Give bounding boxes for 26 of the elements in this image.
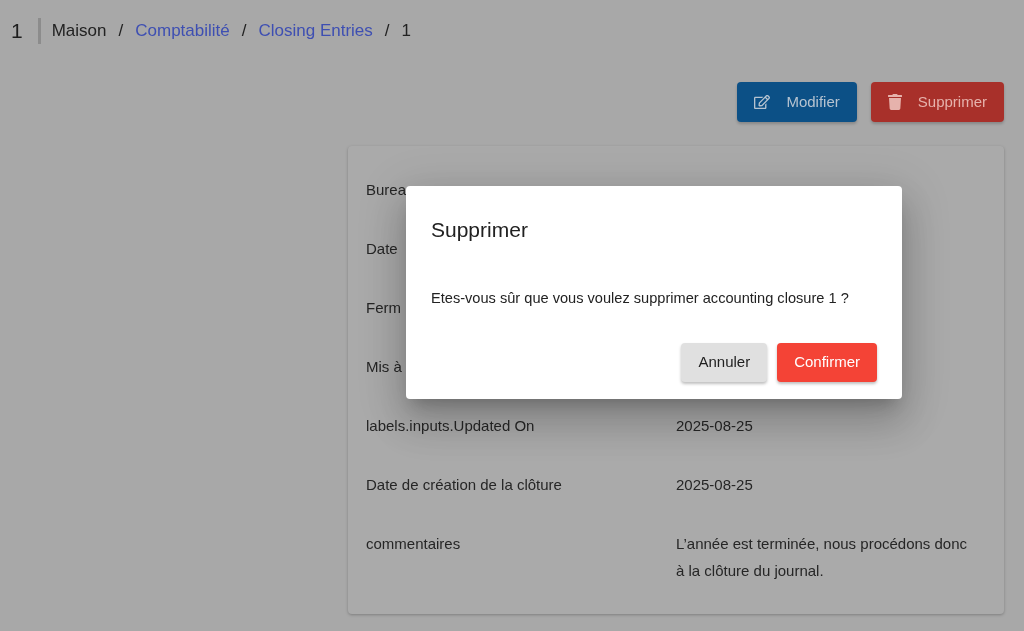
breadcrumb-separator: /	[241, 20, 247, 42]
field-value: 2025-08-25	[676, 416, 753, 436]
field-label: Mis à	[366, 357, 402, 377]
confirm-button[interactable]: Confirmer	[777, 343, 877, 382]
dialog-message: Etes-vous sûr que vous voulez supprimer accounting closure 1 ?	[431, 289, 849, 308]
breadcrumb-separator: /	[384, 20, 390, 42]
cancel-button[interactable]: Annuler	[681, 343, 768, 382]
breadcrumb-link[interactable]: Closing Entries	[258, 18, 373, 44]
breadcrumb-item: 1	[401, 20, 411, 42]
edit-button[interactable]: Modifier	[737, 82, 857, 122]
trash-icon	[887, 94, 902, 110]
field-label: Date	[366, 239, 398, 259]
breadcrumb-item: Maison	[51, 20, 107, 42]
dialog-title: Supprimer	[431, 217, 528, 243]
breadcrumb-separator: /	[118, 20, 124, 42]
field-label: labels.inputs.Updated On	[366, 416, 535, 436]
field-value: 2025-08-25	[676, 475, 753, 495]
breadcrumb-link[interactable]: Comptabilité	[135, 18, 230, 44]
field-value: L’année est terminée, nous procédons donc à la clôture du journal.	[676, 534, 969, 581]
field-label: commentaires	[366, 534, 461, 554]
field-label: Burea	[366, 180, 407, 200]
field-label: Date de création de la clôture	[366, 475, 562, 495]
page-number: 1	[11, 18, 23, 44]
edit-icon	[754, 94, 771, 110]
field-label: Ferm	[366, 298, 401, 318]
delete-button[interactable]: Supprimer	[870, 82, 1004, 122]
